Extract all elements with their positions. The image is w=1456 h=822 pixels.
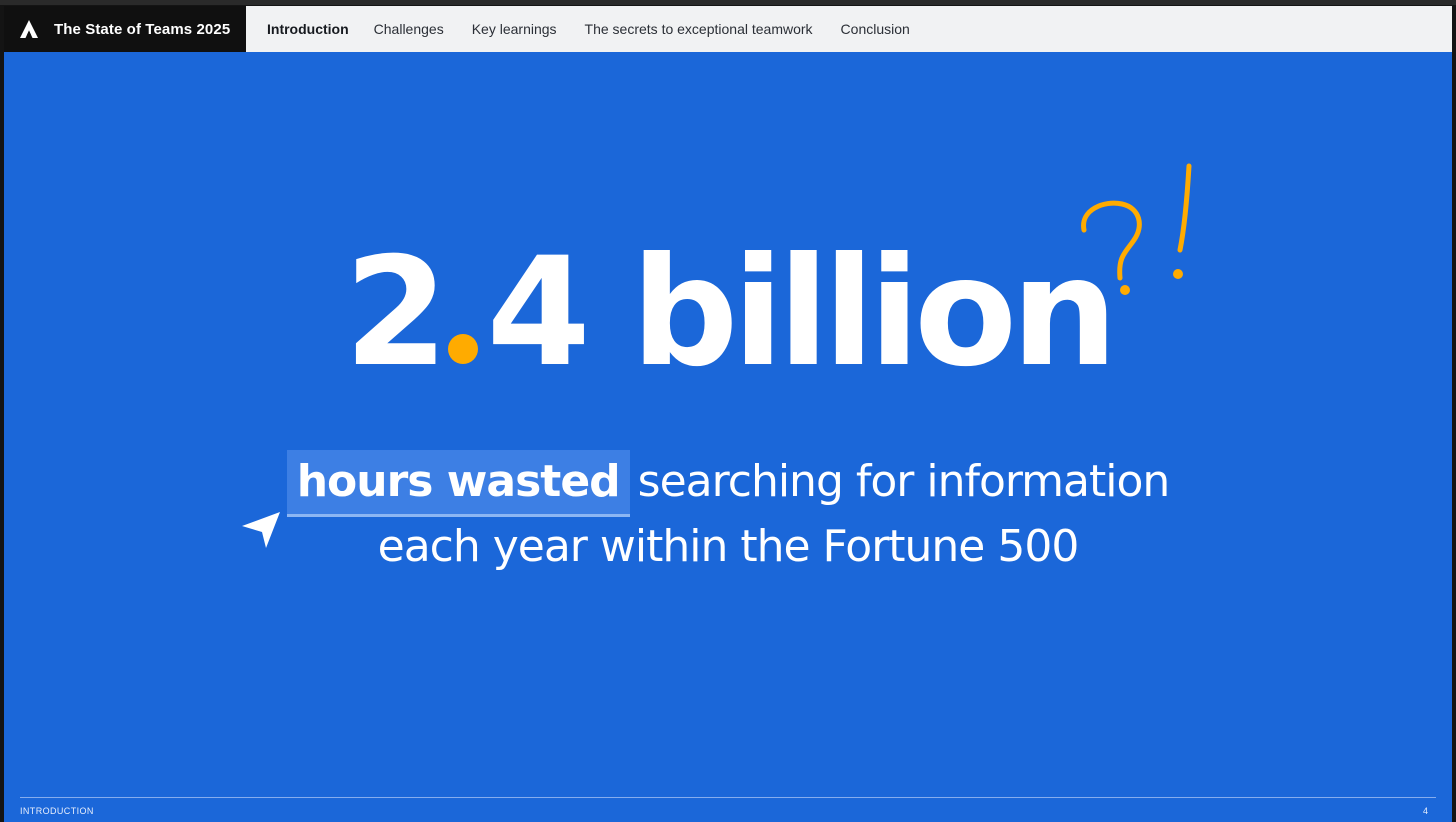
- tab-secrets-to-exceptional-teamwork[interactable]: The secrets to exceptional teamwork: [585, 21, 813, 37]
- subheadline-line-1-rest: searching for information: [637, 456, 1171, 507]
- nav-tabs: Introduction Challenges Key learnings Th…: [267, 6, 938, 52]
- footer-section-label: INTRODUCTION: [20, 806, 94, 816]
- footer-divider: [20, 797, 1436, 798]
- highlighted-phrase: hours wasted: [286, 450, 630, 517]
- question-exclamation-doodle-icon: [1081, 163, 1192, 295]
- atlassian-logo-icon: [18, 18, 40, 40]
- subheadline: hours wasted searching for information ea…: [4, 450, 1452, 577]
- decimal-dot: [448, 334, 479, 364]
- slide-canvas: 24 billion hours wasted searching for inf…: [4, 52, 1452, 822]
- stat-fraction: 4 billion: [486, 226, 1117, 400]
- tab-challenges[interactable]: Challenges: [374, 21, 444, 37]
- tab-conclusion[interactable]: Conclusion: [841, 21, 910, 37]
- app-frame: The State of Teams 2025 Introduction Cha…: [0, 0, 1456, 822]
- headline-stat: 24 billion: [4, 238, 1452, 388]
- window-top-strip: [0, 0, 1456, 5]
- report-title: The State of Teams 2025: [54, 20, 231, 38]
- subheadline-line-1: hours wasted searching for information: [4, 450, 1452, 517]
- page-number: 4: [1422, 806, 1428, 816]
- top-navigation: The State of Teams 2025 Introduction Cha…: [4, 6, 1452, 52]
- tab-introduction[interactable]: Introduction: [267, 21, 349, 37]
- tab-key-learnings[interactable]: Key learnings: [472, 21, 557, 37]
- stat-integer: 2: [344, 226, 448, 400]
- subheadline-line-2: each year within the Fortune 500: [377, 521, 1080, 572]
- brand-area[interactable]: The State of Teams 2025: [4, 6, 246, 52]
